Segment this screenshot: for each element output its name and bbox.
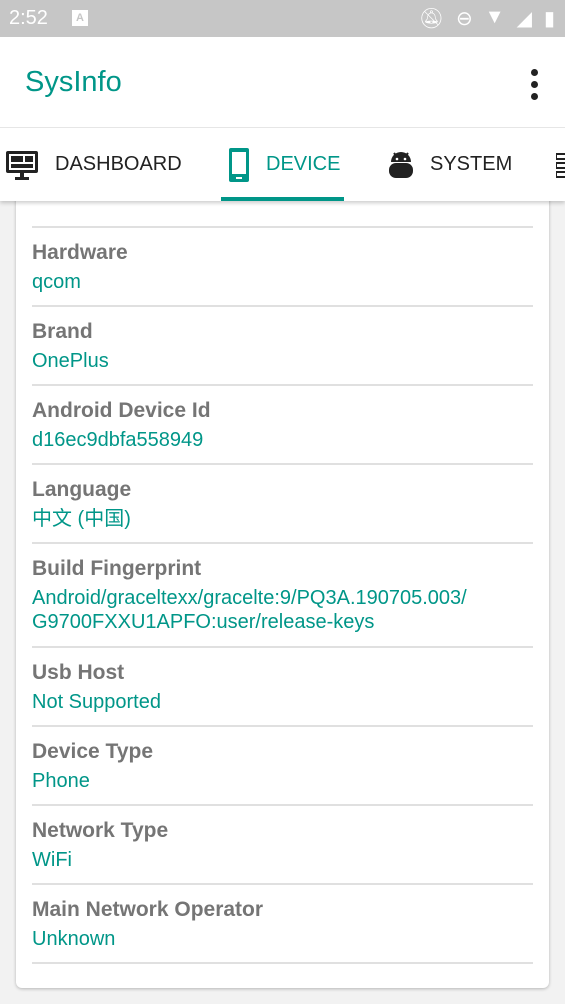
info-row: Brand OnePlus [32, 307, 533, 386]
info-value: Phone [32, 770, 90, 792]
tab-device[interactable]: DEVICE [221, 128, 344, 201]
info-row: Device Type Phone [32, 727, 533, 806]
more-vert-icon[interactable] [531, 69, 539, 100]
info-value: WiFi [32, 849, 72, 871]
info-row: Build Fingerprint Android/graceltexx/grac… [32, 544, 533, 648]
info-label: Build Fingerprint [32, 557, 202, 580]
info-row: Network Type WiFi [32, 806, 533, 885]
grid-icon [556, 152, 565, 178]
phone-icon [229, 147, 249, 182]
info-value: OnePlus [32, 350, 109, 372]
info-label: Language [32, 478, 132, 501]
info-value: qcom [32, 271, 81, 293]
info-label: Hardware [32, 241, 128, 264]
info-label: Network Type [32, 819, 169, 842]
tab-label: DEVICE [266, 153, 341, 175]
android-icon [389, 151, 413, 178]
info-label: Usb Host [32, 661, 125, 684]
wifi-icon: ▼ [484, 6, 505, 28]
info-label: Android Device Id [32, 399, 211, 422]
tab-dashboard[interactable]: DASHBOARD [5, 128, 182, 201]
battery-charging-icon: ▮ [543, 8, 555, 30]
info-row: Main Network Operator Unknown [32, 885, 533, 964]
bell-off-icon: 🔕︎ [418, 8, 445, 30]
tab-system[interactable]: SYSTEM [388, 128, 512, 201]
info-label: Main Network Operator [32, 898, 264, 921]
info-value: Not Supported [32, 691, 161, 713]
info-row: Language 中文 (中国) [32, 465, 533, 544]
info-value: Unknown [32, 928, 116, 950]
app-title: SysInfo [25, 66, 122, 98]
app-bar: SysInfo [0, 37, 565, 127]
active-tab-indicator [221, 197, 344, 201]
tab-label: SYSTEM [430, 153, 513, 175]
info-row: Android Device Id d16ec9dbfa558949 [32, 386, 533, 465]
monitor-icon [6, 150, 38, 180]
info-value: d16ec9dbfa558949 [32, 429, 204, 451]
info-label: Brand [32, 320, 93, 343]
info-value: 中文 (中国) [32, 508, 131, 530]
device-info-card: GM1900HardwareqcomBrandOnePlusAndroid De… [16, 150, 549, 988]
tab-more[interactable] [556, 128, 565, 201]
status-time: 2:52 [9, 7, 48, 29]
info-row: Hardware qcom [32, 228, 533, 307]
signal-icon: ◢ [516, 8, 532, 30]
info-label: Device Type [32, 740, 154, 763]
do-not-disturb-icon: ⊖ [456, 8, 473, 30]
status-bar: 2:52 A 🔕︎ ⊖ ▼ ◢ ▮ [0, 0, 565, 37]
notification-a-icon: A [72, 10, 88, 26]
tab-label: DASHBOARD [55, 153, 182, 175]
info-value: Android/graceltexx/gracelte:9/PQ3A.19070… [32, 587, 467, 633]
tab-bar: DASHBOARD DEVICE SYSTEM [0, 127, 565, 201]
info-row: Usb Host Not Supported [32, 648, 533, 727]
